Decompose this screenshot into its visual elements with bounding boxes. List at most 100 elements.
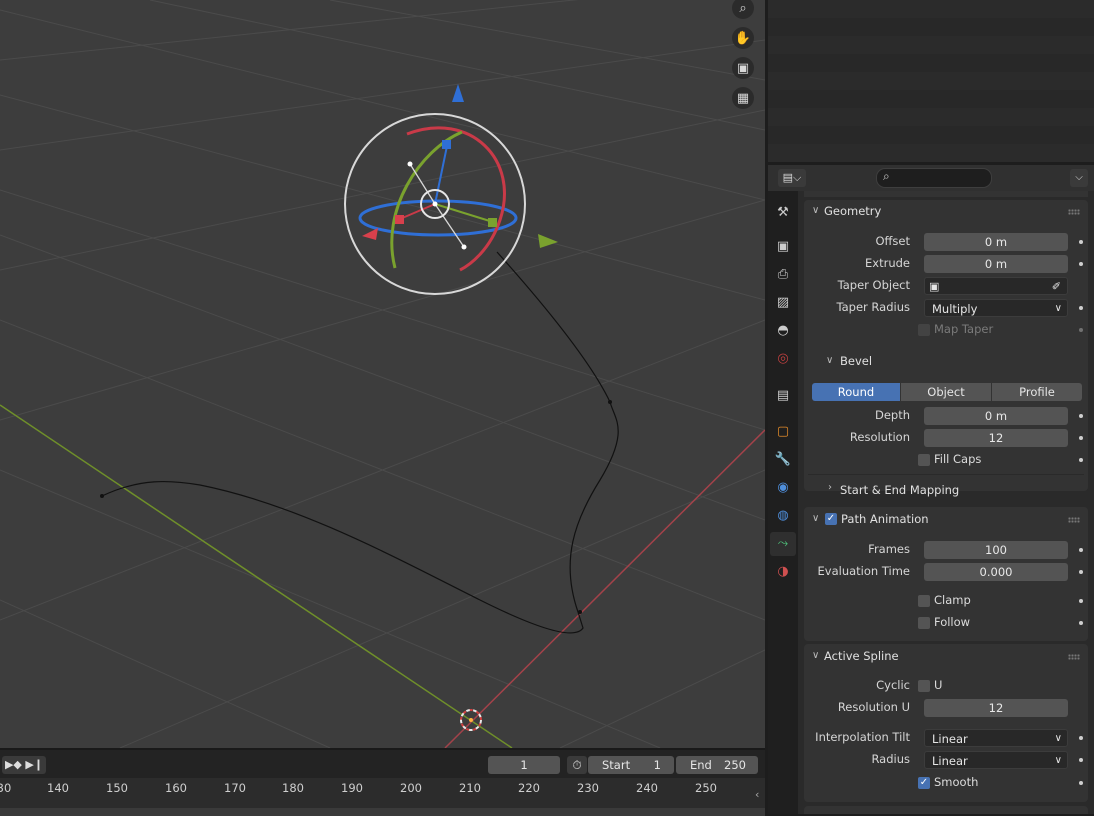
- curve-data-icon[interactable]: ⤳: [770, 532, 796, 556]
- cyclic-u-checkbox[interactable]: [918, 680, 930, 692]
- list-item[interactable]: [768, 54, 1094, 72]
- chevron-down-icon: ∨: [1054, 755, 1062, 766]
- drag-handle[interactable]: [1068, 654, 1080, 660]
- keyframe-dot[interactable]: [1079, 758, 1083, 762]
- taper-object-label: Taper Object: [837, 278, 910, 292]
- world-icon[interactable]: ◎: [773, 349, 793, 369]
- hand-icon[interactable]: ✋: [732, 27, 754, 49]
- chevron-down-icon[interactable]: ∨: [812, 205, 819, 216]
- keyframe-dot[interactable]: [1079, 458, 1083, 462]
- resolution-u-field[interactable]: 12: [924, 699, 1068, 717]
- resolution-field[interactable]: 12: [924, 429, 1068, 447]
- path-animation-panel: ∨ ✓ Path Animation Frames 100 Evaluation…: [804, 507, 1088, 641]
- editor-type-button[interactable]: ▤⌵: [778, 169, 806, 187]
- path-animation-checkbox[interactable]: ✓: [825, 513, 837, 525]
- offset-label: Offset: [875, 234, 910, 248]
- list-item[interactable]: [768, 144, 1094, 162]
- list-item[interactable]: [768, 126, 1094, 144]
- keyframe-dot[interactable]: [1079, 262, 1083, 266]
- fill-caps-checkbox[interactable]: [918, 454, 930, 466]
- keyframe-dot[interactable]: [1079, 240, 1083, 244]
- map-taper-checkbox[interactable]: [918, 324, 930, 336]
- extrude-field[interactable]: 0 m: [924, 255, 1068, 273]
- search-input[interactable]: ⌕: [876, 168, 992, 188]
- keyframe-dot[interactable]: [1079, 436, 1083, 440]
- offset-field[interactable]: 0 m: [924, 233, 1068, 251]
- chevron-down-icon[interactable]: ∨: [826, 355, 833, 366]
- material-icon[interactable]: ◑: [773, 562, 793, 582]
- bevel-object-button[interactable]: Object: [901, 383, 991, 401]
- particles-icon[interactable]: ◉: [773, 478, 793, 498]
- tick-label: 140: [47, 781, 69, 795]
- follow-label: Follow: [934, 615, 971, 629]
- evaluation-time-label: Evaluation Time: [817, 564, 910, 578]
- drag-handle[interactable]: [1068, 209, 1080, 215]
- physics-icon[interactable]: ◍: [773, 506, 793, 526]
- keyframe-dot[interactable]: [1079, 306, 1083, 310]
- bevel-title[interactable]: Bevel: [840, 354, 872, 368]
- path-animation-title[interactable]: Path Animation: [841, 512, 929, 526]
- frame-ruler[interactable]: 30 140 150 160 170 180 190 200 210 220 2…: [0, 778, 765, 816]
- object-icon[interactable]: ▢: [773, 422, 793, 442]
- 3d-viewport[interactable]: ⌕ ✋ ▣ ▦: [0, 0, 765, 748]
- output-icon[interactable]: ⎙: [773, 265, 793, 285]
- playback-controls[interactable]: ▶◆ ▶❙: [2, 756, 46, 774]
- outliner[interactable]: [768, 0, 1094, 162]
- keyframe-dot[interactable]: [1079, 414, 1083, 418]
- scene-icon[interactable]: ◓: [773, 321, 793, 341]
- active-spline-title[interactable]: Active Spline: [824, 649, 899, 663]
- keyframe-dot[interactable]: [1079, 570, 1083, 574]
- jump-end-icon[interactable]: ▶❙: [25, 758, 43, 771]
- list-item[interactable]: [768, 72, 1094, 90]
- bevel-profile-button[interactable]: Profile: [992, 383, 1082, 401]
- geometry-title[interactable]: Geometry: [824, 204, 881, 218]
- keyframe-dot[interactable]: [1079, 781, 1083, 785]
- start-frame-field[interactable]: Start 1: [588, 756, 674, 774]
- modifier-icon[interactable]: 🔧: [773, 450, 793, 470]
- radius-dropdown[interactable]: Linear ∨: [924, 751, 1068, 769]
- tick-label: 150: [106, 781, 128, 795]
- end-frame-field[interactable]: End 250: [676, 756, 758, 774]
- list-item[interactable]: [768, 18, 1094, 36]
- bevel-round-button[interactable]: Round: [812, 383, 900, 401]
- render-icon[interactable]: ▣: [773, 237, 793, 257]
- tick-label: 250: [695, 781, 717, 795]
- view-layer-icon[interactable]: ▨: [773, 293, 793, 313]
- chevron-right-icon[interactable]: ›: [828, 482, 832, 493]
- camera-icon[interactable]: ▣: [732, 57, 754, 79]
- follow-checkbox[interactable]: [918, 617, 930, 629]
- eyedropper-icon[interactable]: ✐: [1052, 278, 1061, 296]
- collection-icon[interactable]: ▤: [773, 386, 793, 406]
- chevron-down-icon[interactable]: ∨: [812, 513, 819, 524]
- radius-label: Radius: [871, 752, 910, 766]
- tool-icon[interactable]: ⚒: [773, 203, 793, 223]
- grid-icon[interactable]: ▦: [732, 87, 754, 109]
- chevron-down-icon[interactable]: ∨: [812, 650, 819, 661]
- keyframe-dot[interactable]: [1079, 599, 1083, 603]
- smooth-checkbox[interactable]: ✓: [918, 777, 930, 789]
- list-item[interactable]: [768, 0, 1094, 18]
- frames-field[interactable]: 100: [924, 541, 1068, 559]
- taper-object-field[interactable]: ▣ ✐: [924, 277, 1068, 295]
- collapse-arrow-icon[interactable]: ‹: [755, 788, 759, 801]
- taper-radius-dropdown[interactable]: Multiply ∨: [924, 299, 1068, 317]
- list-item[interactable]: [768, 36, 1094, 54]
- interpolation-tilt-dropdown[interactable]: Linear ∨: [924, 729, 1068, 747]
- stopwatch-icon[interactable]: ⏱: [567, 756, 587, 774]
- keyframe-dot[interactable]: [1079, 328, 1083, 332]
- timeline-scrollbar[interactable]: [0, 808, 765, 816]
- drag-handle[interactable]: [1068, 517, 1080, 523]
- start-end-mapping-title[interactable]: Start & End Mapping: [840, 483, 959, 497]
- clamp-checkbox[interactable]: [918, 595, 930, 607]
- options-dropdown-button[interactable]: ⌵: [1070, 169, 1088, 187]
- keyframe-dot[interactable]: [1079, 548, 1083, 552]
- depth-field[interactable]: 0 m: [924, 407, 1068, 425]
- evaluation-time-field[interactable]: 0.000: [924, 563, 1068, 581]
- jump-keyframe-icon[interactable]: ▶◆: [5, 758, 22, 771]
- keyframe-dot[interactable]: [1079, 736, 1083, 740]
- cyclic-label: Cyclic: [876, 678, 910, 692]
- list-item[interactable]: [768, 90, 1094, 108]
- keyframe-dot[interactable]: [1079, 621, 1083, 625]
- list-item[interactable]: [768, 108, 1094, 126]
- current-frame-field[interactable]: 1: [488, 756, 560, 774]
